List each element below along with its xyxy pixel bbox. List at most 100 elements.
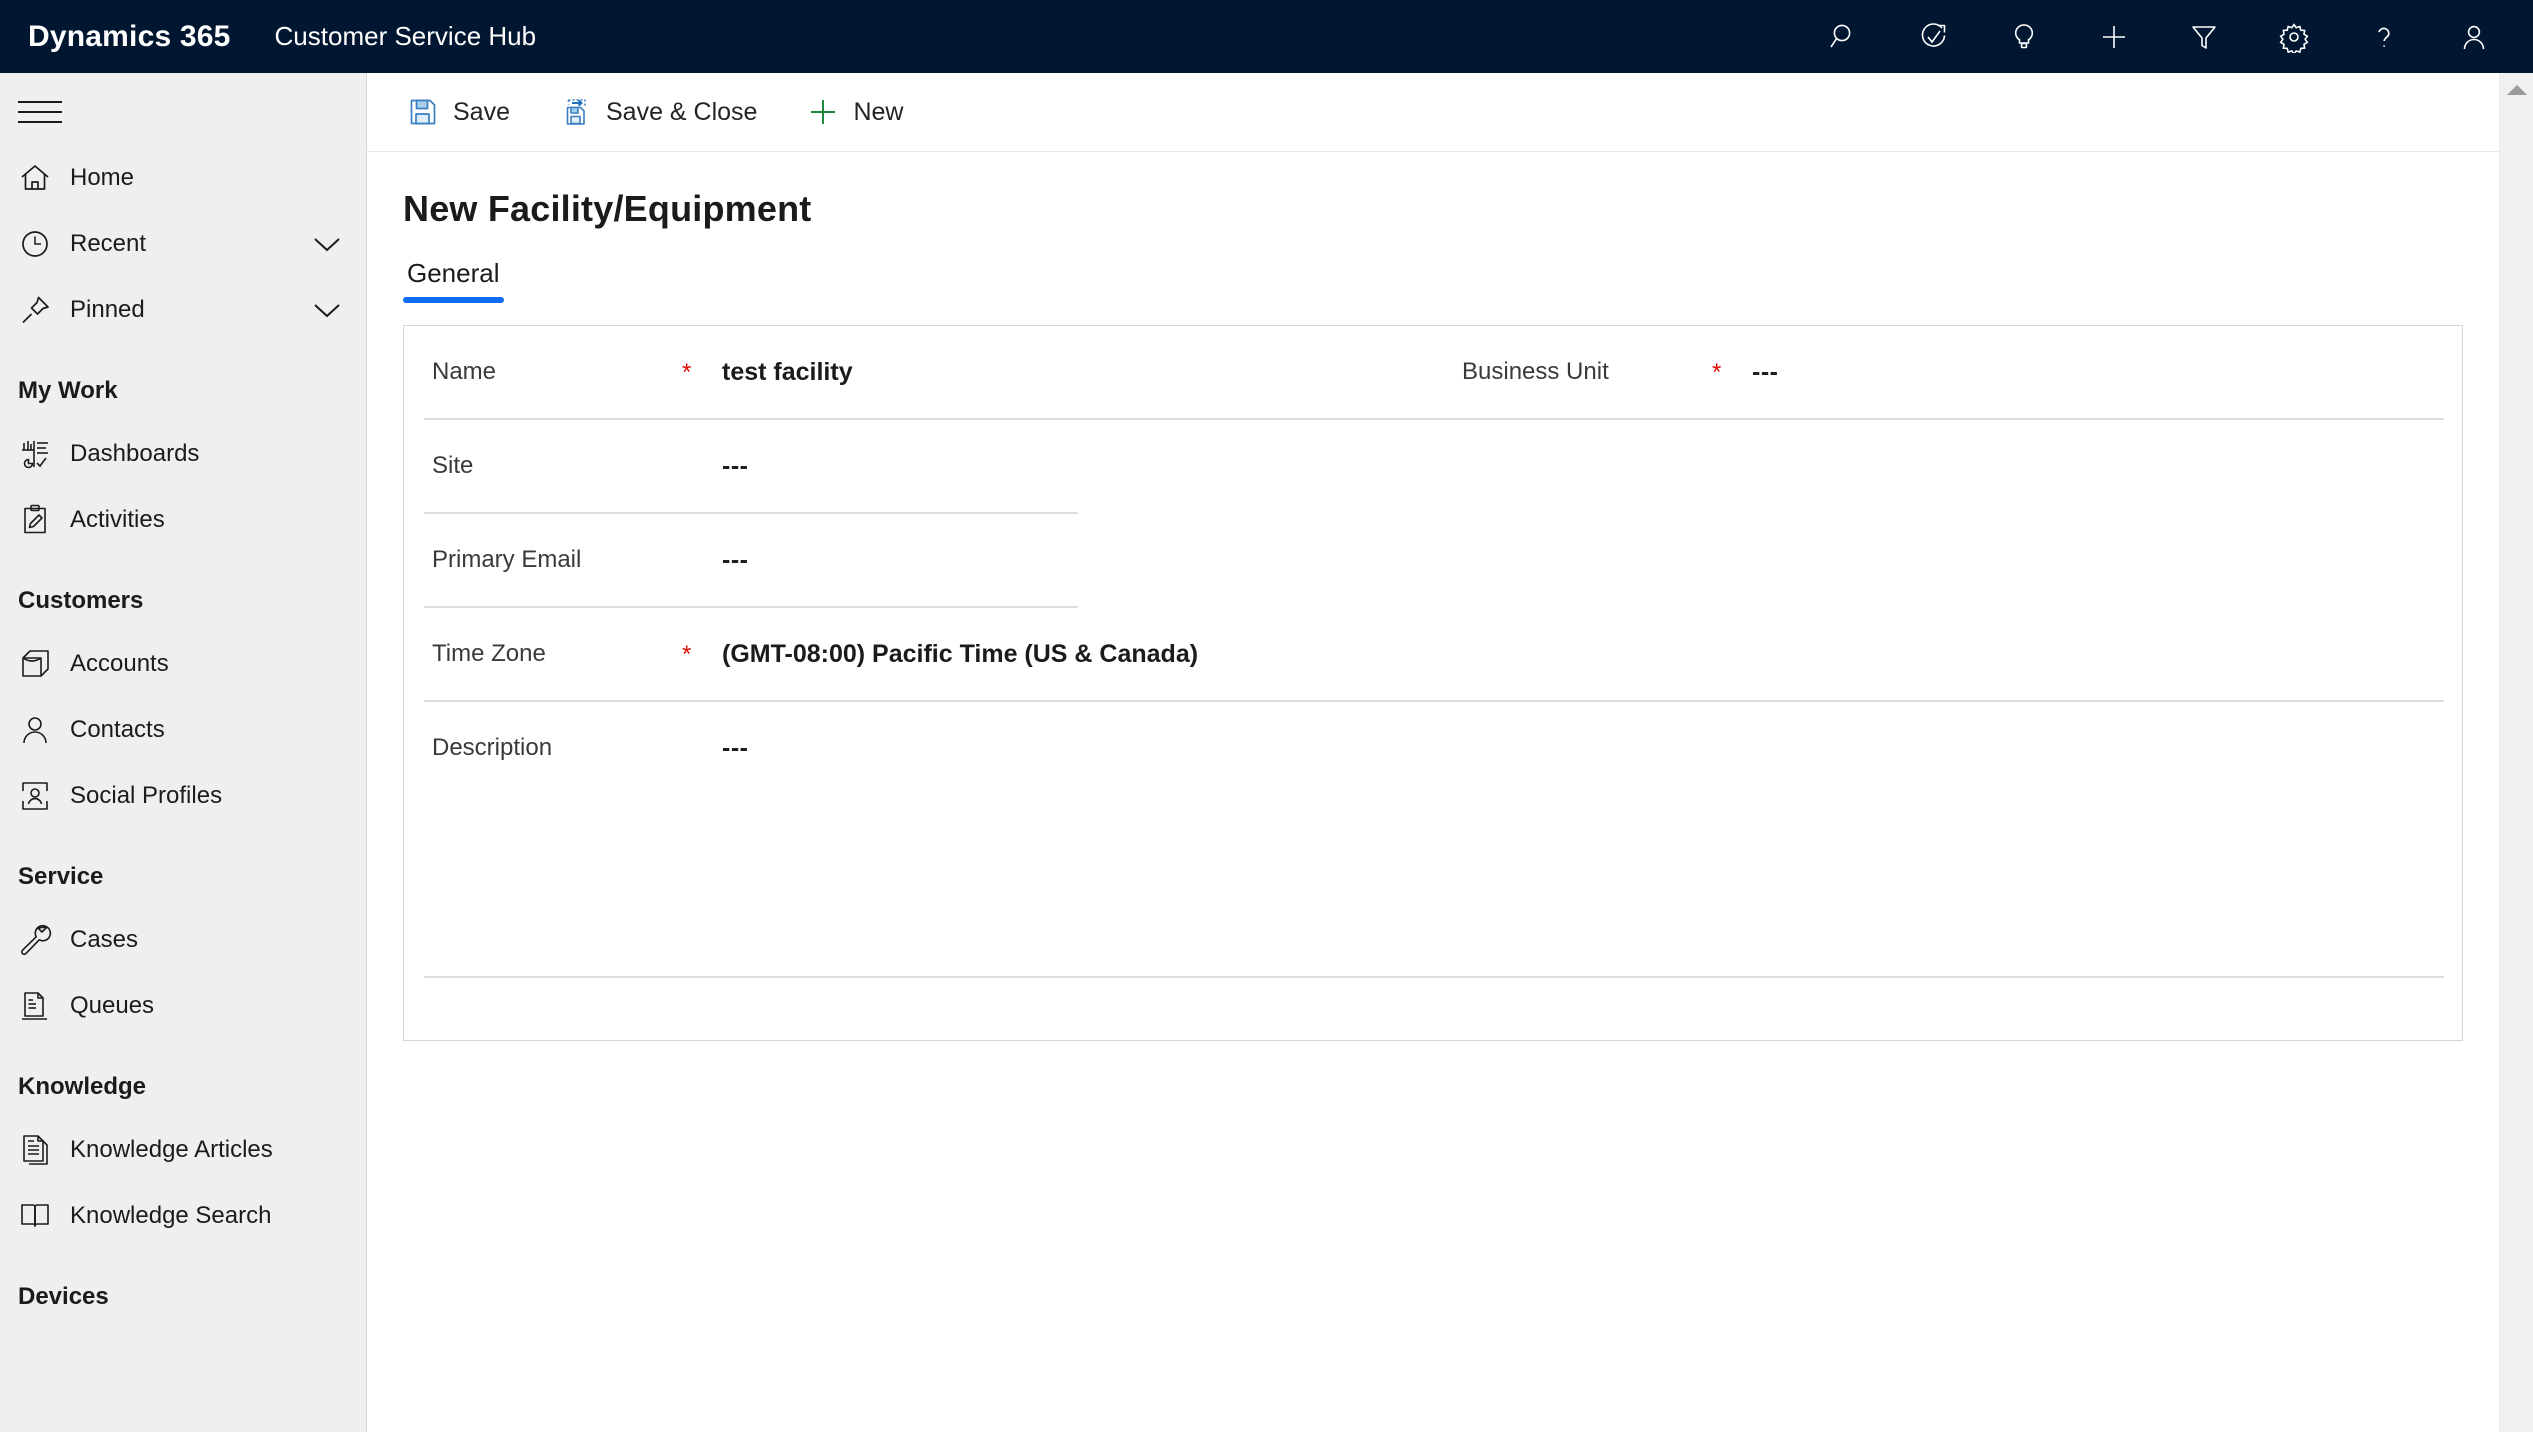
tab-general-label: General — [407, 258, 500, 288]
sidebar-label: Activities — [70, 506, 165, 533]
hamburger-icon[interactable] — [18, 73, 88, 145]
card-bottom-space — [404, 978, 2462, 1040]
field-label: Site — [432, 452, 474, 479]
field-description[interactable]: Description --- — [404, 702, 1434, 794]
contact-icon — [18, 710, 70, 750]
chevron-down-icon[interactable] — [310, 233, 344, 255]
save-close-icon — [560, 96, 592, 128]
field-value-business-unit[interactable]: --- — [1752, 358, 2464, 387]
form-column-left: Time Zone * (GMT-08:00) Pacific Time (US… — [404, 608, 1434, 700]
field-time-zone[interactable]: Time Zone * (GMT-08:00) Pacific Time (US… — [404, 608, 1434, 700]
sidebar-item-dashboards[interactable]: Dashboards — [0, 421, 366, 487]
command-bar: Save Save & Close New — [367, 73, 2533, 152]
sidebar-label: Pinned — [70, 296, 145, 323]
field-label: Business Unit — [1462, 358, 1609, 385]
tab-general[interactable]: General — [403, 258, 504, 303]
save-button[interactable]: Save — [389, 84, 528, 140]
page-title: New Facility/Equipment — [403, 188, 812, 229]
activities-icon — [18, 500, 70, 540]
gear-icon[interactable] — [2249, 0, 2339, 73]
sidebar-group-service: Service — [18, 863, 104, 890]
field-value-description[interactable]: --- — [722, 734, 1434, 763]
form-content: New Facility/Equipment General Name * te… — [367, 152, 2533, 1432]
help-icon[interactable] — [2339, 0, 2429, 73]
form-row-site: Site --- — [404, 420, 2462, 512]
form-column-left: Name * test facility — [404, 326, 1434, 418]
description-body-space — [404, 794, 2462, 976]
field-label: Description — [432, 734, 553, 761]
book-icon — [18, 1196, 70, 1236]
form-card: Name * test facility Business Unit * --- — [403, 325, 2463, 1041]
app-title: Customer Service Hub — [274, 21, 537, 51]
article-icon — [18, 1130, 70, 1170]
field-value-time-zone[interactable]: (GMT-08:00) Pacific Time (US & Canada) — [722, 640, 1434, 669]
home-icon — [18, 158, 70, 198]
field-primary-email[interactable]: Primary Email --- — [404, 514, 1434, 606]
sidebar-item-pinned[interactable]: Pinned — [0, 277, 366, 343]
app-header: Dynamics 365 Customer Service Hub — [0, 0, 2533, 73]
brand-logo[interactable]: Dynamics 365 — [28, 20, 231, 54]
plus-icon[interactable] — [2069, 0, 2159, 73]
vertical-scrollbar[interactable] — [2499, 73, 2533, 1432]
dashboard-icon — [18, 434, 70, 474]
field-business-unit[interactable]: Business Unit * --- — [1434, 326, 2464, 418]
search-icon[interactable] — [1799, 0, 1889, 73]
save-icon — [407, 96, 439, 128]
form-row-time-zone: Time Zone * (GMT-08:00) Pacific Time (US… — [404, 608, 2462, 700]
sidebar-item-recent[interactable]: Recent — [0, 211, 366, 277]
lightbulb-icon[interactable] — [1979, 0, 2069, 73]
field-value-site[interactable]: --- — [722, 452, 1434, 481]
sidebar-item-knowledge-articles[interactable]: Knowledge Articles — [0, 1117, 366, 1183]
sidebar-item-contacts[interactable]: Contacts — [0, 697, 366, 763]
accounts-icon — [18, 644, 70, 684]
body-wrapper: Home Recent Pinned My Work Dashboards Ac… — [0, 73, 2533, 1432]
form-row-description: Description --- — [404, 702, 2462, 794]
sidebar-item-social-profiles[interactable]: Social Profiles — [0, 763, 366, 829]
form-column-right — [1434, 420, 2464, 512]
sidebar-label: Home — [70, 164, 135, 191]
wrench-icon — [18, 920, 70, 960]
form-column-right — [1434, 514, 2464, 606]
new-label: New — [853, 97, 904, 126]
form-column-right: Business Unit * --- — [1434, 326, 2464, 418]
sidebar-label: Queues — [70, 992, 155, 1019]
sidebar-group-devices: Devices — [18, 1283, 109, 1310]
field-value-primary-email[interactable]: --- — [722, 546, 1434, 575]
new-button[interactable]: New — [789, 84, 921, 140]
sidebar-item-home[interactable]: Home — [0, 145, 366, 211]
sidebar-item-activities[interactable]: Activities — [0, 487, 366, 553]
new-plus-icon — [807, 96, 839, 128]
user-icon[interactable] — [2429, 0, 2519, 73]
sidebar-item-accounts[interactable]: Accounts — [0, 631, 366, 697]
sidebar-group-customers: Customers — [18, 587, 144, 614]
sidebar-item-knowledge-search[interactable]: Knowledge Search — [0, 1183, 366, 1249]
field-label: Name — [432, 358, 497, 385]
header-actions — [1799, 0, 2533, 73]
chevron-down-icon[interactable] — [310, 299, 344, 321]
sidebar-label: Knowledge Articles — [70, 1136, 273, 1163]
assistant-icon[interactable] — [1889, 0, 1979, 73]
form-column-left: Site --- — [404, 420, 1434, 512]
required-spacer — [682, 559, 722, 561]
form-tabstrip: General — [367, 230, 2533, 303]
sidebar-label: Accounts — [70, 650, 169, 677]
sidebar-item-cases[interactable]: Cases — [0, 907, 366, 973]
field-site[interactable]: Site --- — [404, 420, 1434, 512]
required-marker: * — [682, 641, 692, 668]
clock-icon — [18, 224, 70, 264]
scroll-up-arrow-icon[interactable] — [2500, 73, 2533, 107]
save-and-close-button[interactable]: Save & Close — [542, 84, 775, 140]
filter-icon[interactable] — [2159, 0, 2249, 73]
pin-icon — [18, 290, 70, 330]
field-value-name[interactable]: test facility — [722, 358, 1434, 387]
field-name[interactable]: Name * test facility — [404, 326, 1434, 418]
app-root: Dynamics 365 Customer Service Hub Home R… — [0, 0, 2533, 1432]
required-marker: * — [682, 359, 692, 386]
form-column-left: Description --- — [404, 702, 1434, 794]
sidebar-label: Contacts — [70, 716, 165, 743]
sidebar-label: Cases — [70, 926, 139, 953]
form-column-right — [1434, 702, 2464, 794]
sidebar-item-queues[interactable]: Queues — [0, 973, 366, 1039]
sidebar-label: Dashboards — [70, 440, 200, 467]
form-row-name: Name * test facility Business Unit * --- — [404, 326, 2462, 418]
